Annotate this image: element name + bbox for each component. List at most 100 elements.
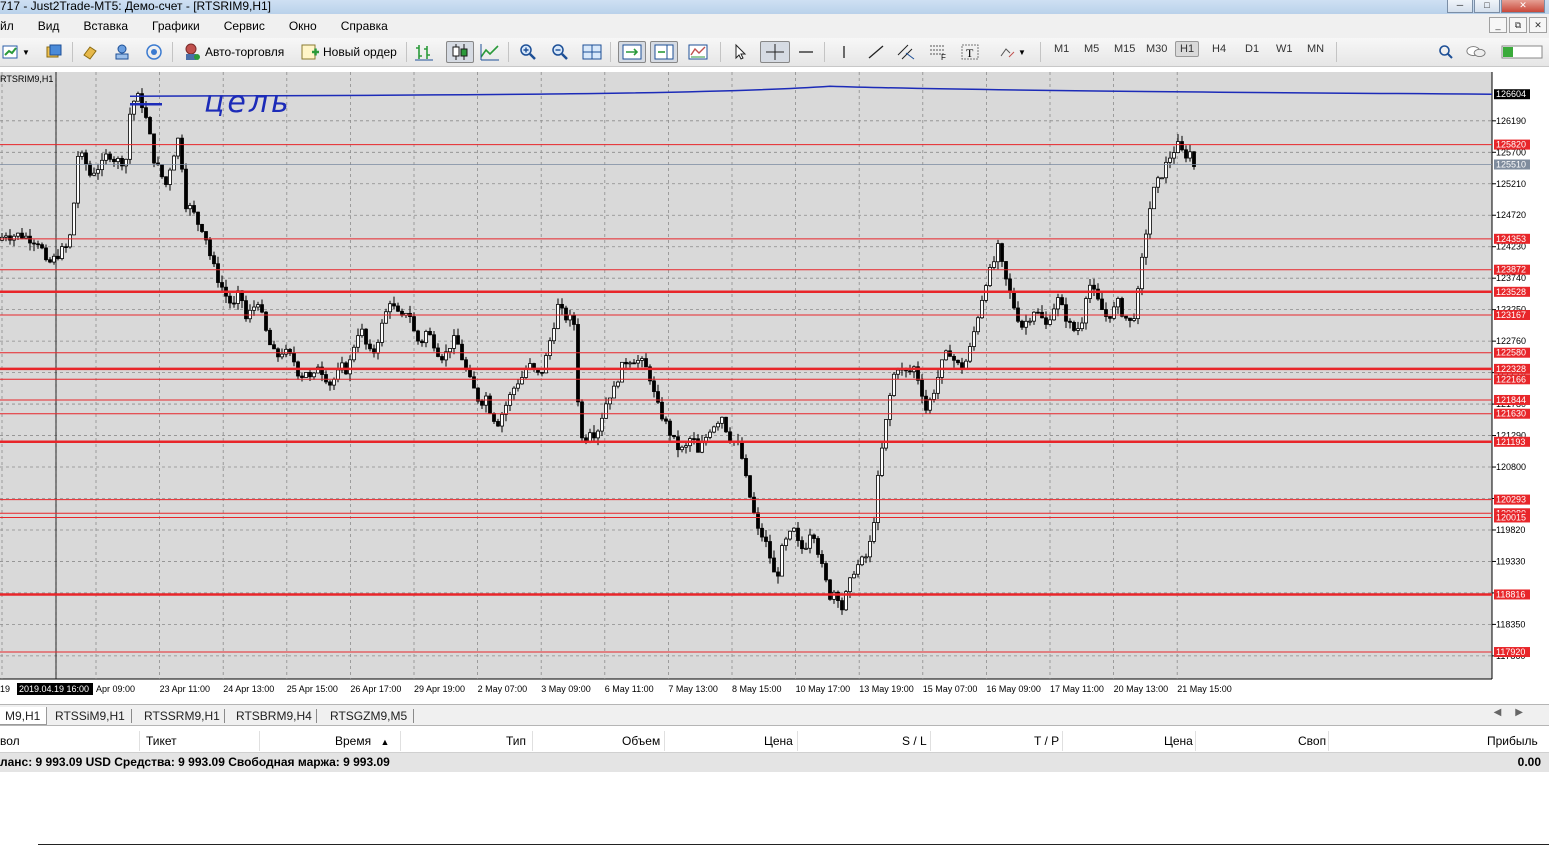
candle-body	[1068, 320, 1072, 323]
auto-trading-button[interactable]: Авто-торговля	[182, 41, 284, 63]
candle-body	[72, 202, 76, 236]
column-symbol[interactable]: вол	[0, 734, 20, 748]
tab-rtssim9-h1[interactable]: RTSSiM9,H1	[49, 707, 131, 725]
shapes-button[interactable]: ▼	[998, 41, 1026, 63]
market-watch-button[interactable]	[80, 41, 100, 63]
column-volume[interactable]: Объем	[622, 734, 660, 748]
candle-body	[1140, 256, 1144, 290]
timeframe-m5[interactable]: M5	[1084, 43, 1099, 55]
tab-rtssrm9-h1[interactable]: RTSSRM9,H1	[138, 707, 226, 725]
profiles-button[interactable]	[44, 41, 64, 63]
candle-body	[992, 261, 996, 268]
candlestick-chart-button[interactable]	[446, 41, 474, 63]
profiles-icon	[44, 42, 64, 62]
timeframe-m1[interactable]: M1	[1054, 43, 1069, 55]
navigator-button[interactable]	[112, 41, 132, 63]
menu-help[interactable]: Справка	[329, 19, 400, 33]
cursor-button[interactable]	[730, 41, 750, 63]
text-label-button[interactable]: T	[960, 41, 980, 63]
candle-body	[260, 304, 264, 313]
vertical-line-icon	[834, 42, 854, 62]
menu-view[interactable]: Вид	[26, 19, 72, 33]
bar-chart-button[interactable]	[414, 41, 434, 63]
column-time[interactable]: Время ▲	[335, 734, 389, 748]
candle-body	[756, 512, 760, 529]
column-stop-loss[interactable]: S / L	[902, 734, 927, 748]
candle-body	[872, 522, 876, 542]
candle-body	[412, 316, 416, 332]
search-icon	[1436, 42, 1456, 62]
indicators-button[interactable]	[688, 41, 708, 63]
candle-body	[692, 438, 696, 440]
zoom-in-button[interactable]	[518, 41, 538, 63]
timeframe-m30[interactable]: M30	[1146, 43, 1167, 55]
timeframe-h1[interactable]: H1	[1175, 41, 1200, 57]
line-chart-button[interactable]	[480, 41, 500, 63]
equidistant-channel-button[interactable]	[896, 41, 916, 63]
column-swap[interactable]: Своп	[1298, 734, 1326, 748]
menu-tools[interactable]: Сервис	[212, 19, 277, 33]
candle-body	[896, 369, 900, 375]
timeframe-h4[interactable]: H4	[1212, 43, 1226, 55]
tab-scroll-arrows[interactable]: ◀▶	[1494, 707, 1537, 718]
new-chart-button[interactable]: ▼	[2, 41, 30, 63]
search-button[interactable]	[1436, 41, 1456, 63]
crosshair-button[interactable]	[760, 41, 790, 63]
menu-charts[interactable]: Графики	[140, 19, 212, 33]
mdi-close-button[interactable]: ✕	[1529, 17, 1547, 33]
candle-body	[808, 534, 812, 549]
column-take-profit[interactable]: T / P	[1034, 734, 1059, 748]
vertical-line-button[interactable]	[834, 41, 854, 63]
mdi-minimize-button[interactable]: _	[1489, 17, 1507, 33]
column-current-price[interactable]: Цена	[1164, 734, 1193, 748]
timeframe-d1[interactable]: D1	[1245, 43, 1259, 55]
zoom-out-button[interactable]	[550, 41, 570, 63]
signals-button[interactable]	[144, 41, 164, 63]
autoscroll-button[interactable]	[618, 41, 646, 63]
menu-file[interactable]: йл	[0, 19, 26, 33]
balance-summary-row[interactable]: ланс: 9 993.09 USD Средства: 9 993.09 Св…	[0, 753, 1549, 772]
chart-shift-button[interactable]	[650, 41, 678, 63]
close-button[interactable]: ✕	[1501, 0, 1545, 13]
candle-body	[48, 259, 52, 263]
menu-window[interactable]: Окно	[277, 19, 329, 33]
candle-body	[520, 377, 524, 385]
timeframe-mn[interactable]: MN	[1307, 43, 1324, 55]
tab-rtsgzm9-m5[interactable]: RTSGZM9,M5	[324, 707, 413, 725]
timeframe-m15[interactable]: M15	[1114, 43, 1135, 55]
new-order-button[interactable]: Новый ордер	[300, 41, 397, 63]
fibonacci-button[interactable]: F	[928, 41, 948, 63]
maximize-button[interactable]: □	[1474, 0, 1500, 13]
trendline-button[interactable]	[866, 41, 886, 63]
candle-body	[164, 176, 168, 185]
candle-body	[460, 343, 464, 361]
sort-ascending-icon: ▲	[380, 737, 390, 747]
x-tick-label: 7 May 13:00	[668, 684, 718, 694]
annotation-text: цель	[204, 85, 292, 120]
tab-rtsbrm9-h4[interactable]: RTSBRM9,H4	[230, 707, 318, 725]
tab-rtsrim9-h1[interactable]: M9,H1	[0, 707, 48, 725]
minimize-button[interactable]: ─	[1447, 0, 1473, 13]
candle-body	[1180, 141, 1184, 151]
menu-insert[interactable]: Вставка	[71, 19, 140, 33]
candle-body	[1048, 319, 1052, 325]
candle-body	[60, 246, 64, 259]
column-type[interactable]: Тип	[506, 734, 526, 748]
cursor-arrow-icon	[730, 42, 750, 62]
candle-body	[416, 330, 420, 342]
mdi-restore-button[interactable]: ⧉	[1509, 17, 1527, 33]
column-ticket[interactable]: Тикет	[146, 734, 177, 748]
candle-body	[332, 378, 336, 386]
chat-button[interactable]	[1466, 41, 1486, 63]
chart-window[interactable]: 126190 125700 125210 124720 124230 123740 1232…	[0, 68, 1549, 703]
column-profit[interactable]: Прибыль	[1487, 734, 1538, 748]
column-price[interactable]: Цена	[764, 734, 793, 748]
candle-body	[792, 527, 796, 532]
price-chart[interactable]: 1261901257001252101247201242301237401232…	[0, 68, 1549, 703]
candle-body	[308, 372, 312, 378]
tile-windows-button[interactable]	[582, 41, 602, 63]
horizontal-line-button[interactable]	[796, 41, 816, 63]
candle-body	[92, 172, 96, 176]
candle-body	[552, 328, 556, 342]
timeframe-w1[interactable]: W1	[1276, 43, 1293, 55]
